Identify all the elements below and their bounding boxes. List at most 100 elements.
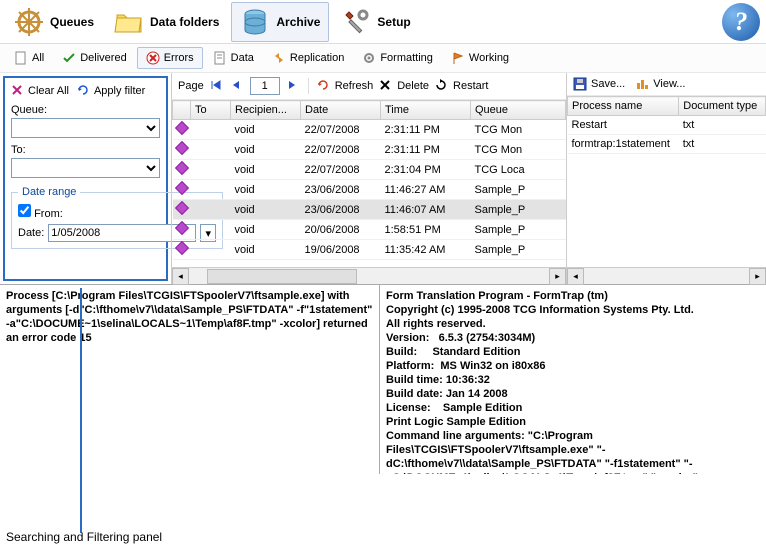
- from-checkbox-wrap[interactable]: From:: [18, 208, 63, 220]
- page-label: Page: [178, 80, 204, 92]
- scroll-left-icon[interactable]: ◂: [567, 268, 584, 285]
- check-icon: [62, 51, 76, 65]
- table-row[interactable]: void22/07/20082:31:11 PMTCG Mon: [173, 140, 566, 160]
- cell-date: 22/07/2008: [301, 140, 381, 160]
- clear-all-button[interactable]: Clear All: [11, 84, 69, 98]
- main-grid[interactable]: To Recipien... Date Time Queue void22/07…: [172, 100, 566, 267]
- scroll-thumb[interactable]: [207, 269, 357, 284]
- cell-date: 23/06/2008: [301, 180, 381, 200]
- side-grid[interactable]: Process name Document type Restarttxtfor…: [567, 96, 766, 267]
- col-recipien[interactable]: Recipien...: [231, 101, 301, 120]
- grid-hscroll[interactable]: ◂ ▸: [172, 267, 566, 284]
- top-datafolders[interactable]: Data folders: [106, 3, 227, 41]
- diamond-icon: [174, 221, 188, 235]
- top-datafolders-label: Data folders: [150, 15, 219, 29]
- log-left[interactable]: Process [C:\Program Files\TCGIS\FTSpoole…: [0, 285, 380, 474]
- prev-page-icon[interactable]: [230, 79, 244, 93]
- scroll-left-icon[interactable]: ◂: [172, 268, 189, 285]
- refresh-button[interactable]: Refresh: [317, 79, 374, 93]
- delete-label: Delete: [397, 80, 429, 92]
- top-setup-label: Setup: [377, 15, 410, 29]
- col-queue[interactable]: Queue: [471, 101, 566, 120]
- tab-working[interactable]: Working: [443, 48, 517, 68]
- table-row[interactable]: formtrap:1statementtxt: [568, 135, 766, 154]
- cell-time: 2:31:11 PM: [381, 120, 471, 140]
- cell-queue: TCG Mon: [471, 120, 566, 140]
- tools-icon: [341, 7, 371, 37]
- restart-label: Restart: [453, 80, 488, 92]
- replication-icon: [272, 51, 286, 65]
- top-archive[interactable]: Archive: [231, 2, 329, 42]
- view-button[interactable]: View...: [635, 77, 685, 91]
- log-row: Process [C:\Program Files\TCGIS\FTSpoole…: [0, 284, 766, 474]
- log-right[interactable]: Form Translation Program - FormTrap (tm)…: [380, 285, 766, 474]
- cell-proc: formtrap:1statement: [568, 135, 679, 154]
- restart-icon: [435, 79, 449, 93]
- cell-date: 22/07/2008: [301, 160, 381, 180]
- scroll-right-icon[interactable]: ▸: [749, 268, 766, 285]
- side-hscroll[interactable]: ◂ ▸: [567, 267, 766, 284]
- cell-to: [191, 240, 231, 260]
- grid-panel: Page Refresh Delete Restart: [171, 73, 566, 284]
- cell-date: 19/06/2008: [301, 240, 381, 260]
- cell-time: 11:46:27 AM: [381, 180, 471, 200]
- tab-formatting[interactable]: Formatting: [354, 48, 441, 68]
- tab-errors-label: Errors: [164, 52, 194, 64]
- col-proc[interactable]: Process name: [568, 97, 679, 116]
- to-select[interactable]: [11, 158, 160, 178]
- table-row[interactable]: void22/07/20082:31:11 PMTCG Mon: [173, 120, 566, 140]
- from-checkbox[interactable]: [18, 204, 31, 217]
- tab-all[interactable]: All: [6, 48, 52, 68]
- restart-button[interactable]: Restart: [435, 79, 488, 93]
- tab-all-label: All: [32, 52, 44, 64]
- refresh-icon: [317, 79, 331, 93]
- tab-replication[interactable]: Replication: [264, 48, 352, 68]
- table-row[interactable]: void23/06/200811:46:27 AMSample_P: [173, 180, 566, 200]
- cell-time: 11:35:42 AM: [381, 240, 471, 260]
- folder-icon: [114, 7, 144, 37]
- col-to[interactable]: To: [191, 101, 231, 120]
- cell-date: 23/06/2008: [301, 200, 381, 220]
- col-doc[interactable]: Document type: [679, 97, 766, 116]
- cell-doc: txt: [679, 135, 766, 154]
- apply-filter-button[interactable]: Apply filter: [77, 84, 145, 98]
- diamond-icon: [174, 241, 188, 255]
- flag-icon: [451, 51, 465, 65]
- save-button[interactable]: Save...: [573, 77, 625, 91]
- next-page-icon[interactable]: [286, 79, 300, 93]
- database-icon: [240, 7, 270, 37]
- help-button[interactable]: ?: [722, 3, 760, 41]
- error-icon: [146, 51, 160, 65]
- table-row[interactable]: void23/06/200811:46:07 AMSample_P: [173, 200, 566, 220]
- doc-icon: [213, 51, 227, 65]
- cell-rec: void: [231, 200, 301, 220]
- doc-icon: [14, 51, 28, 65]
- top-setup[interactable]: Setup: [333, 3, 418, 41]
- filter-tabs: All Delivered Errors Data Replication Fo…: [0, 44, 766, 73]
- top-queues-label: Queues: [50, 15, 94, 29]
- queue-label: Queue:: [11, 104, 47, 116]
- view-label: View...: [653, 78, 685, 90]
- tab-delivered[interactable]: Delivered: [54, 48, 134, 68]
- col-date[interactable]: Date: [301, 101, 381, 120]
- delete-button[interactable]: Delete: [379, 79, 429, 93]
- diamond-icon: [174, 181, 188, 195]
- tab-delivered-label: Delivered: [80, 52, 126, 64]
- table-row[interactable]: void19/06/200811:35:42 AMSample_P: [173, 240, 566, 260]
- page-input[interactable]: [250, 77, 280, 95]
- tab-errors[interactable]: Errors: [137, 47, 203, 69]
- refresh-label: Refresh: [335, 80, 374, 92]
- top-toolbar: Queues Data folders Archive Setup ?: [0, 0, 766, 44]
- table-row[interactable]: Restarttxt: [568, 116, 766, 135]
- queue-select[interactable]: [11, 118, 160, 138]
- top-queues[interactable]: Queues: [6, 3, 102, 41]
- tab-formatting-label: Formatting: [380, 52, 433, 64]
- cell-rec: void: [231, 240, 301, 260]
- scroll-right-icon[interactable]: ▸: [549, 268, 566, 285]
- main-row: Clear All Apply filter Queue: To: Date r…: [0, 73, 766, 284]
- first-page-icon[interactable]: [210, 79, 224, 93]
- table-row[interactable]: void20/06/20081:58:51 PMSample_P: [173, 220, 566, 240]
- table-row[interactable]: void22/07/20082:31:04 PMTCG Loca: [173, 160, 566, 180]
- col-time[interactable]: Time: [381, 101, 471, 120]
- tab-data[interactable]: Data: [205, 48, 262, 68]
